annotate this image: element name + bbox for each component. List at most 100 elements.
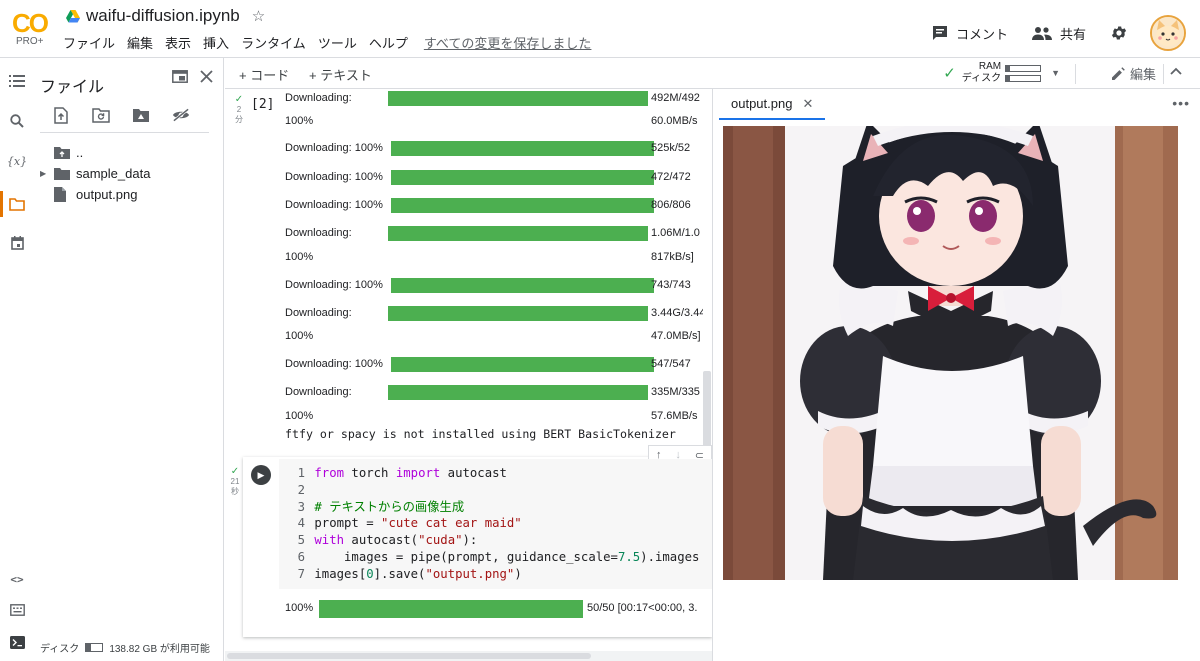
parent-folder-icon [54, 146, 70, 159]
comment-icon [932, 26, 947, 40]
menu-bar: ファイル 編集 表示 挿入 ランタイム ツール ヘルプ すべての変更を保存しまし… [63, 33, 603, 52]
check-icon: ✓ [230, 466, 240, 477]
download-progress-bar [391, 141, 654, 156]
search-icon[interactable] [8, 112, 26, 130]
progress-size: 492M/492 [651, 92, 700, 104]
code-snippets-icon[interactable]: <> [8, 570, 26, 588]
download-progress-row: Downloading: 100% 743/743 [285, 276, 703, 296]
share-button[interactable]: 共有 [1031, 24, 1086, 43]
tree-item-sample-data[interactable]: ▶ sample_data [40, 163, 150, 184]
progress-stats: 50/50 [00:17<00:00, 3. [587, 602, 698, 614]
notebook-title[interactable]: waifu-diffusion.ipynb [86, 6, 240, 26]
download-progress-row: Downloading: 1.06M/1.0 [285, 224, 703, 244]
tokenizer-warning: ftfy or spacy is not installed using BER… [285, 427, 676, 441]
menu-runtime[interactable]: ランタイム [241, 33, 306, 52]
tab-output-png[interactable]: output.png ✕ [719, 89, 826, 120]
download-progress-row: Downloading: 100% 472/472 [285, 168, 703, 188]
generated-maid-image [723, 126, 1178, 580]
calendar-icon[interactable] [8, 234, 26, 252]
download-progress-bar [388, 385, 648, 400]
chevron-up-icon[interactable] [1170, 62, 1182, 79]
tree-item-output-png[interactable]: output.png [40, 184, 150, 205]
files-panel: ファイル .. ▶ sample_data output.png ディスク 13… [32, 58, 224, 661]
menu-insert[interactable]: 挿入 [203, 33, 229, 52]
resources-indicator[interactable]: ✓ RAM ディスク ▼ [943, 61, 1060, 85]
toc-icon[interactable] [8, 72, 26, 90]
title-row: waifu-diffusion.ipynb ☆ [66, 6, 265, 26]
download-progress-row: 100% 817kB/s] [285, 248, 703, 268]
pencil-icon [1111, 66, 1125, 80]
progress-size: 60.0MB/s [651, 115, 698, 127]
cell2-exec-status: ✓ 21 秒 [229, 467, 241, 497]
download-progress-bar [391, 170, 654, 185]
menu-file[interactable]: ファイル [63, 33, 115, 52]
files-panel-title: ファイル [40, 79, 105, 96]
variables-icon[interactable]: {x} [7, 152, 27, 170]
cat-avatar-icon [1152, 17, 1184, 49]
cell2-output: 100% 50/50 [00:17<00:00, 3. [285, 599, 697, 619]
menu-tools[interactable]: ツール [318, 33, 357, 52]
edit-mode-button[interactable]: 編集 [1111, 64, 1156, 83]
image-viewer-pane: output.png ✕ ••• [712, 89, 1200, 661]
hide-files-icon[interactable] [172, 106, 190, 124]
close-icon[interactable] [200, 70, 213, 87]
tree-item-label: output.png [76, 187, 138, 202]
chevron-down-icon[interactable]: ▼ [1051, 68, 1060, 78]
star-icon[interactable]: ☆ [252, 7, 265, 25]
upload-file-icon[interactable] [52, 106, 70, 124]
panel-divider [40, 132, 209, 133]
code-cell[interactable]: ↑ ↓ ⊂ ▶ 1 from torch import autocast 2 3… [243, 445, 712, 637]
progress-size: 525k/52 [651, 142, 691, 154]
progress-label: 100% [285, 410, 314, 422]
drive-icon [66, 9, 80, 22]
add-text-button[interactable]: + テキスト [309, 65, 372, 84]
ram-label: RAM [978, 61, 1002, 72]
download-progress-bar [391, 357, 654, 372]
add-code-button[interactable]: + コード [239, 65, 289, 84]
run-cell-button[interactable]: ▶ [251, 465, 271, 485]
code-editor[interactable]: 1 from torch import autocast 2 3 # テキストか… [279, 459, 712, 589]
progress-size: 335M/335 [651, 386, 700, 398]
cell1-exec-status: ✓ 2 分 [229, 95, 249, 125]
notebook-toolbar: + コード + テキスト ✓ RAM ディスク ▼ 編集 [225, 58, 1200, 89]
settings-button[interactable] [1110, 24, 1136, 42]
terminal-icon[interactable] [8, 633, 26, 651]
download-progress-bar [388, 91, 648, 106]
menu-view[interactable]: 表示 [165, 33, 191, 52]
colab-logo[interactable]: CO PRO+ [10, 6, 56, 47]
progress-size: 47.0MB/s] [651, 330, 701, 342]
tree-item-parent[interactable]: .. [40, 142, 150, 163]
progress-size: 472/472 [651, 171, 691, 183]
refresh-folder-icon[interactable] [92, 106, 110, 124]
cell2-time: 21 秒 [230, 477, 240, 496]
download-progress-row: Downloading: 100% 806/806 [285, 196, 703, 216]
download-progress-row: 100% 60.0MB/s [285, 112, 703, 132]
command-palette-icon[interactable] [8, 601, 26, 619]
progress-label: Downloading: [285, 92, 352, 104]
more-options-icon[interactable]: ••• [1172, 95, 1190, 111]
progress-size: 1.06M/1.0 [651, 227, 700, 239]
horizontal-scrollbar[interactable] [225, 651, 712, 661]
save-status[interactable]: すべての変更を保存しました [424, 33, 592, 52]
user-avatar[interactable] [1150, 15, 1186, 51]
menu-edit[interactable]: 編集 [127, 33, 153, 52]
folder-icon[interactable] [8, 195, 26, 213]
download-progress-row: Downloading: 100% 525k/52 [285, 139, 703, 159]
download-progress-bar [391, 198, 654, 213]
connected-check-icon: ✓ [943, 65, 956, 82]
comment-button[interactable]: コメント [932, 24, 1008, 43]
progress-label: Downloading: 100% [285, 171, 383, 183]
progress-label: 100% [285, 330, 314, 342]
progress-label: Downloading: 100% [285, 279, 383, 291]
chevron-right-icon[interactable]: ▶ [40, 169, 54, 178]
disk-usage: ディスク 138.82 GB が利用可能 [40, 640, 210, 655]
open-in-tab-icon[interactable] [172, 70, 188, 87]
output-image [723, 126, 1178, 580]
mount-drive-icon[interactable] [132, 106, 150, 124]
progress-size: 743/743 [651, 279, 691, 291]
file-icon [54, 187, 70, 202]
file-toolbar [52, 106, 212, 124]
progress-label: Downloading: 100% [285, 358, 383, 370]
menu-help[interactable]: ヘルプ [369, 33, 408, 52]
close-icon[interactable]: ✕ [802, 96, 813, 112]
